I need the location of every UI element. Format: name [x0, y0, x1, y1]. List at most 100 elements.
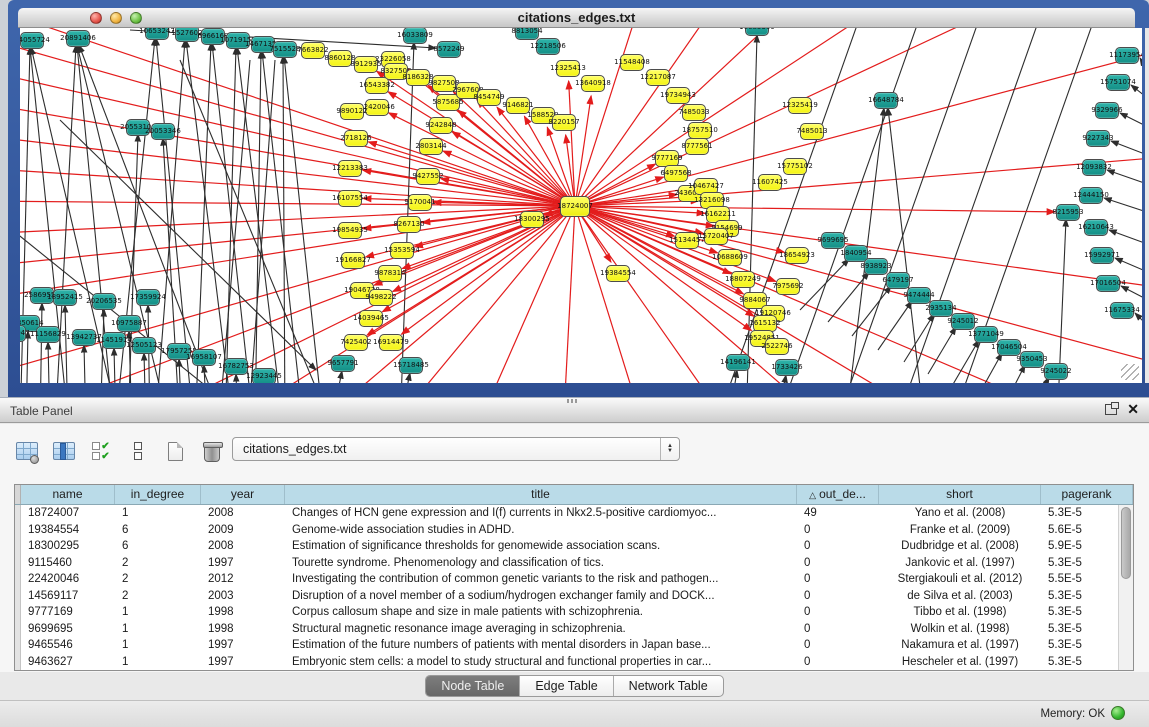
graph-node[interactable]: 9699695: [821, 232, 845, 249]
graph-node[interactable]: 8220157: [552, 114, 576, 131]
graph-node[interactable]: 7485033: [682, 104, 706, 121]
table-row[interactable]: 946362711997Embryonic stem cells: a mode…: [15, 654, 1133, 671]
table-row[interactable]: 2242004622012Investigating the contribut…: [15, 571, 1133, 588]
graph-node[interactable]: 17359924: [136, 289, 160, 306]
graph-node[interactable]: 12213383: [338, 160, 362, 177]
graph-node[interactable]: 11675334: [1110, 302, 1134, 319]
graph-node[interactable]: 12218506: [536, 38, 560, 55]
column-header-title[interactable]: title: [285, 485, 797, 504]
graph-node[interactable]: 7485013: [800, 123, 824, 140]
graph-node[interactable]: 13942737: [72, 329, 96, 346]
graph-node[interactable]: 15720407: [704, 228, 728, 245]
column-visibility-icon[interactable]: [51, 438, 77, 464]
graph-node[interactable]: 18757510: [688, 122, 712, 139]
graph-node[interactable]: 16543382: [365, 77, 389, 94]
table-mode-icon[interactable]: [14, 438, 40, 464]
graph-node[interactable]: 12325413: [556, 60, 580, 77]
graph-node[interactable]: 8267130: [397, 216, 421, 233]
scrollbar-thumb[interactable]: [1121, 507, 1131, 579]
table-vertical-scrollbar[interactable]: [1118, 505, 1133, 670]
graph-node[interactable]: 11548408: [620, 54, 644, 71]
graph-node[interactable]: 17046504: [997, 339, 1021, 356]
table-row[interactable]: 1872400712008Changes of HCN gene express…: [15, 505, 1133, 522]
graph-node[interactable]: 14055724: [20, 32, 44, 49]
table-row[interactable]: 946554611997Estimation of the future num…: [15, 637, 1133, 654]
graph-node[interactable]: 7975692: [776, 278, 800, 295]
graph-node[interactable]: 18952415: [53, 289, 77, 306]
graph-node[interactable]: 12325419: [788, 97, 812, 114]
graph-node[interactable]: 11451914: [102, 332, 126, 349]
table-row[interactable]: 969969511998Structural magnetic resonanc…: [15, 621, 1133, 638]
graph-node[interactable]: 16107554: [338, 190, 362, 207]
graph-node[interactable]: 9474444: [907, 287, 931, 304]
table-row[interactable]: 977716911998Corpus callosum shape and si…: [15, 604, 1133, 621]
table-row[interactable]: 1830029562008Estimation of significance …: [15, 538, 1133, 555]
tab-network-table[interactable]: Network Table: [614, 676, 723, 696]
create-column-icon[interactable]: [162, 438, 188, 464]
graph-node[interactable]: 14196141: [726, 354, 750, 371]
graph-node[interactable]: 3915947: [20, 325, 26, 342]
float-panel-icon[interactable]: [1105, 404, 1117, 415]
tab-edge-table[interactable]: Edge Table: [520, 676, 613, 696]
tab-node-table[interactable]: Node Table: [426, 676, 520, 696]
graph-node[interactable]: 10688609: [718, 249, 742, 266]
graph-node[interactable]: 9657791: [331, 355, 355, 372]
merge-rows-icon[interactable]: [125, 438, 151, 464]
graph-node[interactable]: 16648784: [874, 92, 898, 109]
graph-node[interactable]: 8860128: [328, 50, 352, 67]
graph-node[interactable]: 16210643: [1084, 219, 1108, 236]
graph-node[interactable]: 8572249: [437, 41, 461, 58]
graph-node[interactable]: 1733426: [775, 359, 799, 376]
graph-node[interactable]: 7515528: [273, 41, 297, 58]
graph-node[interactable]: 9245012: [951, 313, 975, 330]
graph-node[interactable]: 18724007: [560, 196, 590, 217]
graph-node[interactable]: 16782753: [224, 358, 248, 375]
graph-node[interactable]: 13640918: [581, 75, 605, 92]
graph-node[interactable]: 16958107: [192, 349, 216, 366]
graph-node[interactable]: 6497568: [664, 165, 688, 182]
graph-node[interactable]: 2718126: [344, 130, 368, 147]
graph-node[interactable]: 6479197: [886, 272, 910, 289]
graph-node[interactable]: 9170041: [408, 194, 432, 211]
graph-node[interactable]: 10653247: [145, 28, 169, 40]
column-header-year[interactable]: year: [201, 485, 285, 504]
graph-node[interactable]: 8813054: [515, 28, 539, 40]
table-select-dropdown[interactable]: citations_edges.txt ▲▼: [232, 437, 680, 461]
graph-node[interactable]: 12923445: [252, 368, 276, 384]
graph-node[interactable]: 9777169: [655, 150, 679, 167]
graph-node[interactable]: 9146821: [506, 97, 530, 114]
close-panel-icon[interactable]: ✕: [1127, 402, 1139, 416]
graph-node[interactable]: 7425402: [344, 334, 368, 351]
graph-node[interactable]: 9242848: [429, 117, 453, 134]
column-header-in_degree[interactable]: in_degree: [115, 485, 201, 504]
graph-node[interactable]: 8186328: [406, 69, 430, 86]
graph-node[interactable]: 2935134: [929, 300, 953, 317]
graph-node[interactable]: 1527602: [175, 28, 199, 42]
table-row[interactable]: 1456911722003Disruption of a novel membe…: [15, 588, 1133, 605]
column-header-out_de[interactable]: △out_de...: [797, 485, 879, 504]
graph-node[interactable]: 9878314: [378, 265, 402, 282]
graph-node[interactable]: 11607425: [758, 174, 782, 191]
column-header-pagerank[interactable]: pagerank: [1041, 485, 1133, 504]
graph-node[interactable]: 15992971: [1090, 247, 1114, 264]
graph-node[interactable]: 17016504: [1096, 275, 1120, 292]
graph-node[interactable]: 12217087: [646, 69, 670, 86]
table-row[interactable]: 1938455462009Genome-wide association stu…: [15, 522, 1133, 539]
graph-node[interactable]: 9245022: [1044, 363, 1068, 380]
graph-node[interactable]: 16085309: [745, 28, 769, 36]
table-row[interactable]: 911546021997Tourette syndrome. Phenomeno…: [15, 555, 1133, 572]
graph-node[interactable]: 12505123: [132, 337, 156, 354]
graph-node[interactable]: 11173954: [1115, 47, 1139, 64]
graph-node[interactable]: 20891406: [66, 30, 90, 47]
graph-node[interactable]: 2803144: [419, 138, 443, 155]
graph-node[interactable]: 8938923: [864, 258, 888, 275]
graph-node[interactable]: 10975887: [117, 315, 141, 332]
column-header-short[interactable]: short: [879, 485, 1041, 504]
graph-node[interactable]: 9350453: [1020, 351, 1044, 368]
graph-node[interactable]: 8777561: [685, 138, 709, 155]
delete-column-icon[interactable]: [199, 438, 225, 464]
network-window-titlebar[interactable]: citations_edges.txt: [18, 8, 1135, 28]
graph-node[interactable]: 1615132: [753, 315, 777, 332]
zoom-window-button[interactable]: [130, 12, 142, 24]
graph-node[interactable]: 18300295: [520, 211, 544, 228]
